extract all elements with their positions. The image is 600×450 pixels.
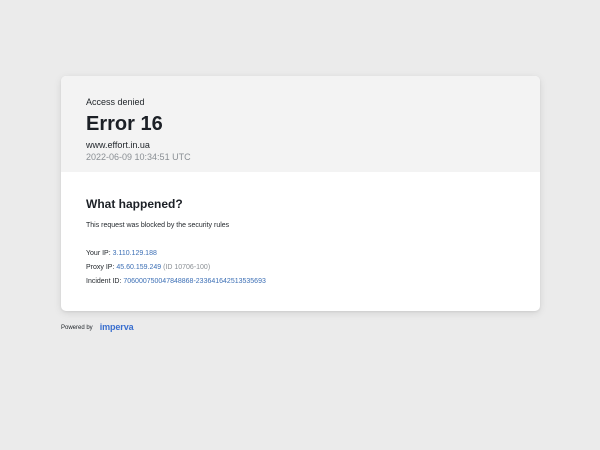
error-page: Access denied Error 16 www.effort.in.ua … xyxy=(61,76,540,333)
section-heading: What happened? xyxy=(86,197,183,211)
imperva-logo[interactable]: imperva xyxy=(100,322,134,332)
page-title: Error 16 xyxy=(86,113,163,135)
proxy-id: (ID 10706-100) xyxy=(163,264,211,271)
request-info: Your IP: 3.110.129.188 Proxy IP: 45.60.1… xyxy=(86,249,516,287)
your-ip-row: Your IP: 3.110.129.188 xyxy=(86,249,516,259)
incident-label: Incident ID: xyxy=(86,278,122,285)
error-body: What happened? This request was blocked … xyxy=(61,172,540,311)
powered-by-text: Powered by xyxy=(61,325,93,331)
error-card: Access denied Error 16 www.effort.in.ua … xyxy=(61,76,540,311)
your-ip-link[interactable]: 3.110.129.188 xyxy=(113,250,157,257)
footer: Powered by imperva xyxy=(61,322,540,333)
proxy-ip-label: Proxy IP: xyxy=(86,264,115,271)
block-reason: This request was blocked by the security… xyxy=(86,222,230,229)
error-header: Access denied Error 16 www.effort.in.ua … xyxy=(61,76,540,172)
status-text: Access denied xyxy=(86,97,145,107)
domain-text: www.effort.in.ua xyxy=(86,140,150,150)
your-ip-label: Your IP: xyxy=(86,250,111,257)
proxy-ip-link[interactable]: 45.60.159.249 xyxy=(116,264,161,271)
proxy-ip-row: Proxy IP: 45.60.159.249 (ID 10706-100) xyxy=(86,263,516,273)
incident-id-link[interactable]: 706000750047848868-233641642513535693 xyxy=(123,278,265,285)
timestamp-text: 2022-06-09 10:34:51 UTC xyxy=(86,152,191,162)
incident-row: Incident ID: 706000750047848868-23364164… xyxy=(86,277,516,287)
